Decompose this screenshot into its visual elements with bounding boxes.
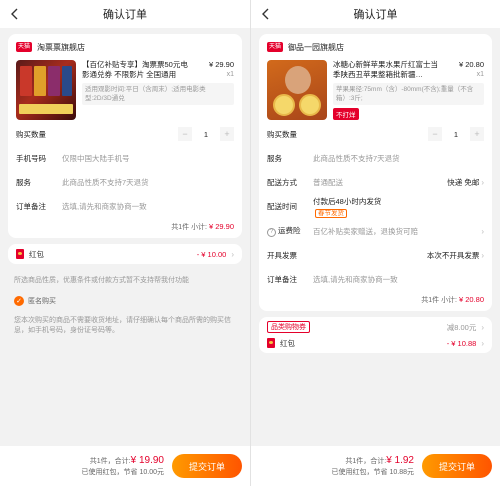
- red-packet-card[interactable]: 红包 - ¥ 10.00 ›: [8, 244, 242, 264]
- red-packet-row[interactable]: 红包 - ¥ 10.88 ›: [267, 335, 484, 351]
- chevron-right-icon: ›: [481, 226, 484, 236]
- question-icon[interactable]: ?: [267, 227, 276, 237]
- product-image: [267, 60, 327, 120]
- right-bottom-bar: 共1件，合计:¥ 1.92 已使用红包，节省 10.88元 提交订单: [251, 446, 500, 486]
- shop-header[interactable]: 天猫 御品一园旗舰店: [267, 40, 484, 54]
- chevron-right-icon: ›: [481, 177, 484, 187]
- check-icon: ✓: [14, 296, 24, 306]
- product-spec: 苹果果径:75mm（含）-80mm(不含);重量（不含箱）:3斤;: [333, 83, 484, 105]
- right-header: 确认订单: [251, 0, 500, 28]
- order-card: 天猫 淘票票旗舰店 【百亿补贴专享】淘票票50元电影通兑券 不限影片 全国通用 …: [8, 34, 242, 238]
- spring-festival-tag: 春节发货: [315, 209, 347, 218]
- remark-field[interactable]: 选填,请先和商家协商一致: [62, 201, 234, 212]
- chevron-right-icon: ›: [481, 322, 484, 332]
- product-price: ¥ 20.80: [458, 60, 484, 69]
- coupon-row[interactable]: 品类购物券 减8.00元 ›: [267, 319, 484, 335]
- minus-button[interactable]: −: [178, 127, 192, 141]
- order-summary: 共1件，合计:¥ 19.90 已使用红包，节省 10.00元: [8, 455, 172, 478]
- delivery-method-row[interactable]: 配送方式 普通配送 快递 免邮 ›: [267, 172, 484, 192]
- back-icon[interactable]: [6, 4, 22, 24]
- product-title: 【百亿补贴专享】淘票票50元电影通兑券 不限影片 全国通用: [82, 60, 188, 79]
- shop-name: 淘票票旗舰店: [37, 42, 86, 52]
- order-card: 天猫 御品一园旗舰店 冰糖心新鲜苹果水果斤红富士当季陕西丑苹果整箱批新疆… ¥ …: [259, 34, 492, 311]
- remark-field[interactable]: 选填,请先和商家协商一致: [313, 274, 484, 285]
- submit-order-button[interactable]: 提交订单: [172, 454, 242, 478]
- quantity-row: 购买数量 − 1 +: [267, 124, 484, 144]
- order-total: ¥ 1.92: [386, 454, 414, 466]
- chevron-right-icon: ›: [231, 249, 234, 259]
- left-bottom-bar: 共1件，合计:¥ 19.90 已使用红包，节省 10.00元 提交订单: [0, 446, 250, 486]
- saved-note: 已使用红包，节省 10.88元: [331, 468, 414, 476]
- quantity-value[interactable]: 1: [192, 127, 220, 141]
- order-total: ¥ 19.90: [130, 454, 164, 466]
- coupon-amount: 减8.00元: [446, 322, 477, 332]
- red-packet-icon: [267, 338, 275, 348]
- purchase-info-note: 您本次购买的商品不需要收货地址，请仔细确认每个商品所需的购买信息，如手机号码，身…: [14, 317, 231, 334]
- tmall-badge: 天猫: [16, 42, 33, 52]
- quantity-row: 购买数量 − 1 +: [16, 124, 234, 144]
- saved-note: 已使用红包，节省 10.00元: [81, 468, 164, 476]
- plus-button[interactable]: +: [470, 127, 484, 141]
- plus-button[interactable]: +: [220, 127, 234, 141]
- delivery-time-row: 配送时间 付款后48小时内发货 春节发货: [267, 197, 382, 218]
- service-row: 服务 此商品性质不支持7天退货: [267, 153, 400, 163]
- delivery-time-value: 付款后48小时内发货: [313, 197, 382, 206]
- back-icon[interactable]: [257, 4, 273, 24]
- product-price: ¥ 29.90: [208, 60, 234, 69]
- phone-field[interactable]: 仅限中国大陆手机号: [62, 153, 234, 164]
- red-packet-icon: [16, 249, 24, 259]
- remark-row[interactable]: 订单备注 选填,请先和商家协商一致: [16, 196, 234, 216]
- right-order-panel: 确认订单 天猫 御品一园旗舰店 冰糖心新鲜苹果水果斤红富士当季陕西丑苹果整箱批新…: [250, 0, 500, 486]
- red-packet-amount: - ¥ 10.88: [446, 338, 477, 348]
- chevron-right-icon: ›: [481, 338, 484, 348]
- product-quantity: x1: [476, 71, 484, 78]
- product-item[interactable]: 【百亿补贴专享】淘票票50元电影通兑券 不限影片 全国通用 ¥ 29.90 x1…: [16, 60, 234, 120]
- product-item[interactable]: 冰糖心新鲜苹果水果斤红富士当季陕西丑苹果整箱批新疆… ¥ 20.80 x1 苹果…: [267, 60, 484, 120]
- invoice-value: 本次不开具发票: [426, 250, 480, 260]
- quantity-stepper[interactable]: − 1 +: [178, 127, 234, 141]
- chevron-right-icon: ›: [481, 250, 484, 260]
- shipping-insurance-row[interactable]: ? 运费险 百亿补贴卖家赠送，退换货可赔 ›: [267, 221, 484, 241]
- submit-order-button[interactable]: 提交订单: [422, 454, 492, 478]
- product-spec: 适用观影时间:平日（含周末）;适用电影类型:2D/3D通兑: [82, 83, 234, 105]
- subtotal: 共1件 小计: ¥ 20.80: [421, 295, 484, 304]
- product-image: [16, 60, 76, 120]
- product-quantity: x1: [226, 71, 234, 78]
- category-coupon-label: 品类购物券: [267, 321, 310, 333]
- quantity-stepper[interactable]: − 1 +: [428, 127, 484, 141]
- discounts-card: 品类购物券 减8.00元 › 红包 - ¥ 10.88 ›: [259, 317, 492, 353]
- red-packet-label: 红包: [280, 338, 295, 348]
- tmall-badge: 天猫: [267, 42, 284, 52]
- red-packet-amount: - ¥ 10.00: [196, 249, 227, 259]
- subtotal: 共1件 小计: ¥ 29.90: [171, 222, 234, 231]
- left-header: 确认订单: [0, 0, 250, 28]
- product-title: 冰糖心新鲜苹果水果斤红富士当季陕西丑苹果整箱批新疆…: [333, 60, 438, 79]
- service-row: 服务 此商品性质不支持7天退货: [16, 177, 149, 187]
- shop-name: 御品一园旗舰店: [288, 42, 345, 52]
- left-order-panel: 确认订单 天猫 淘票票旗舰店 【百亿补贴专享】淘票票50元电影通兑券 不限影片 …: [0, 0, 250, 486]
- pay-help-note: 所选商品性质，优惠条件或付款方式暂不支持帮我付功能: [14, 277, 189, 284]
- red-packet-label: 红包: [29, 249, 44, 259]
- delivery-method-value: 快递 免邮: [447, 177, 480, 187]
- page-title: 确认订单: [353, 9, 398, 21]
- anonymous-checkbox[interactable]: ✓ 匿名购买: [0, 292, 250, 310]
- phone-row[interactable]: 手机号码 仅限中国大陆手机号: [16, 148, 234, 168]
- remark-row[interactable]: 订单备注 选填,请先和商家协商一致: [267, 269, 484, 289]
- order-summary: 共1件，合计:¥ 1.92 已使用红包，节省 10.88元: [259, 455, 422, 478]
- shop-header[interactable]: 天猫 淘票票旗舰店: [16, 40, 234, 54]
- nonstop-badge: 不打烊: [333, 108, 359, 120]
- quantity-value[interactable]: 1: [442, 127, 470, 141]
- page-title: 确认订单: [103, 9, 147, 21]
- minus-button[interactable]: −: [428, 127, 442, 141]
- invoice-row[interactable]: 开具发票 本次不开具发票 ›: [267, 245, 484, 265]
